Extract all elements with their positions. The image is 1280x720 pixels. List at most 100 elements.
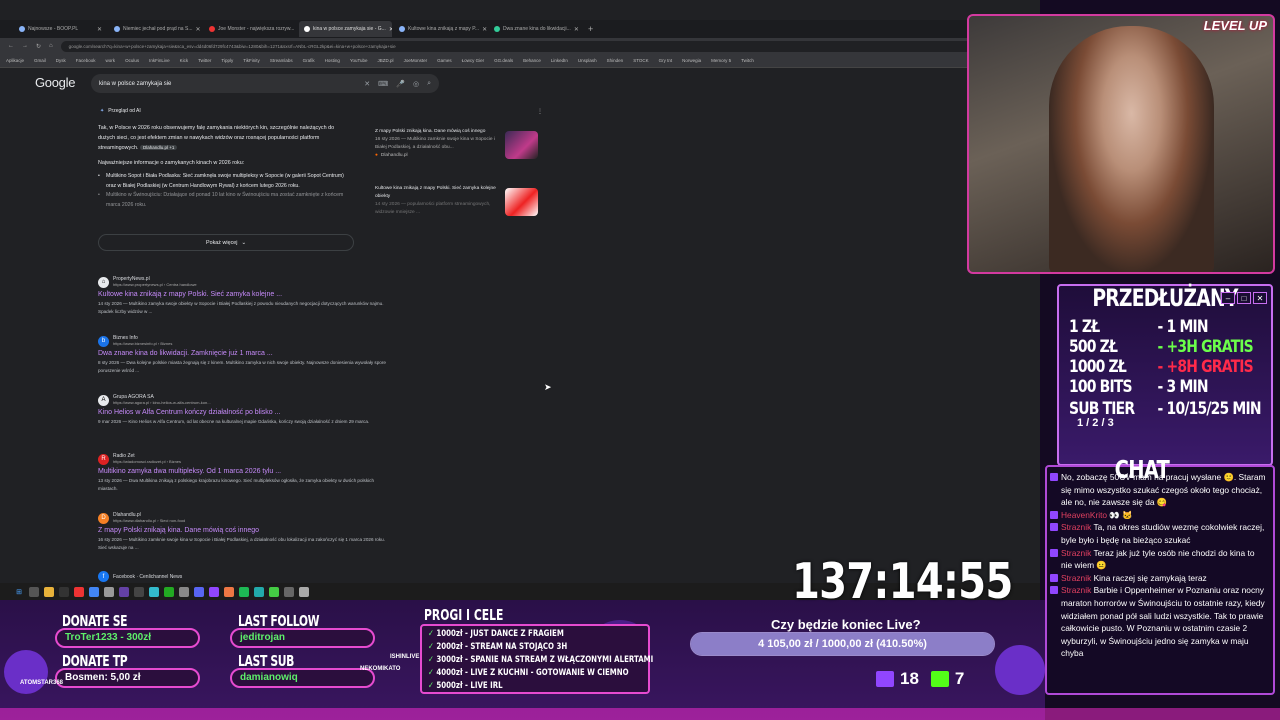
close-tab-icon[interactable]: ✕ xyxy=(389,26,392,33)
ai-bullet: Multikino Sopot i Biała Podlaska: Sieć z… xyxy=(98,172,352,191)
app-taskbar-icon[interactable] xyxy=(299,586,309,597)
bookmark[interactable]: Behance xyxy=(523,58,541,63)
browser-tab[interactable]: Niemiec jechał pod prąd na S... ✕ xyxy=(109,21,202,37)
result-title-link[interactable]: Multikino zamyka dwa multipleksy. Od 1 m… xyxy=(98,468,388,475)
bookmark[interactable]: Facebook xyxy=(76,58,96,63)
app-taskbar-icon[interactable] xyxy=(134,586,144,597)
ai-source-card[interactable]: Z mapy Polski znikają kina. Dane mówią c… xyxy=(375,128,540,176)
xbox-icon[interactable] xyxy=(164,586,174,597)
bookmark[interactable]: Twitter xyxy=(198,58,211,63)
close-tab-icon[interactable]: ✕ xyxy=(482,26,487,33)
bookmark[interactable]: Grafik xyxy=(303,58,315,63)
app-taskbar-icon[interactable] xyxy=(59,586,69,597)
bookmark[interactable]: Games xyxy=(437,58,452,63)
browser-tab[interactable]: Dwa znane kina do likwidacji... ✕ xyxy=(489,21,582,37)
browser-tab[interactable]: Kultowe kina znikają z mapy P... ✕ xyxy=(394,21,487,37)
bookmark[interactable]: Aplikacje xyxy=(6,58,24,63)
result-title-link[interactable]: Kultowe kina znikają z mapy Polski. Sieć… xyxy=(98,291,388,298)
search-result: b Biznes Info https://www.biznesinfo.pl › … xyxy=(98,335,388,375)
bookmark[interactable]: Dysk xyxy=(56,58,66,63)
source-thumbnail xyxy=(505,188,538,216)
app-taskbar-icon[interactable] xyxy=(224,586,234,597)
bookmark[interactable]: Unsplash xyxy=(578,58,597,63)
app-taskbar-icon[interactable] xyxy=(104,586,114,597)
back-icon[interactable]: ← xyxy=(8,43,14,49)
bookmarks-bar: Aplikacje Gmail Dysk Facebook work Oculu… xyxy=(0,54,1040,68)
app-taskbar-icon[interactable] xyxy=(254,586,264,597)
twitch-icon[interactable] xyxy=(209,586,219,597)
new-tab-icon[interactable]: + xyxy=(588,24,593,34)
bookmark[interactable]: JBZD.pl xyxy=(378,58,394,63)
search-input[interactable]: kina w polsce zamykaja sie xyxy=(99,81,356,87)
keyboard-icon[interactable]: ⌨ xyxy=(378,80,388,88)
result-title-link[interactable]: Z mapy Polski znikają kina. Dane mówią c… xyxy=(98,527,388,534)
search-icon[interactable]: ⌕ xyxy=(427,80,431,88)
level-up-logo: LEVEL UP xyxy=(1203,18,1267,33)
bookmark[interactable]: YouTube xyxy=(350,58,368,63)
bookmark[interactable]: Streamlabs xyxy=(270,58,293,63)
bookmark[interactable]: STOCK xyxy=(633,58,648,63)
bookmark[interactable]: Shinden xyxy=(607,58,624,63)
discord-icon[interactable] xyxy=(194,586,204,597)
bookmark[interactable]: Memory 5 xyxy=(711,58,731,63)
windows-start-icon[interactable]: ⊞ xyxy=(14,587,24,597)
bookmark[interactable]: TikFinity xyxy=(243,58,260,63)
search-box[interactable]: kina w polsce zamykaja sie ✕ ⌨ 🎤 ◎ ⌕ xyxy=(91,74,439,93)
result-title-link[interactable]: Dwa znane kina do likwidacji. Zamknięcie… xyxy=(98,350,388,357)
browser-tab-active[interactable]: kina w polsce zamykaja sie - G... ✕ xyxy=(299,21,392,37)
url-input[interactable]: google.com/search?q=kina+w+polsce+zamyka… xyxy=(60,40,1023,52)
folder-icon[interactable] xyxy=(44,586,54,597)
site-favicon-icon: ⌂ xyxy=(98,276,109,288)
bookmark[interactable]: work xyxy=(106,58,116,63)
search-taskbar-icon[interactable] xyxy=(29,586,39,597)
close-tab-icon[interactable]: ✕ xyxy=(195,26,200,33)
more-options-icon[interactable]: ⋮ xyxy=(537,108,543,115)
bookmark[interactable]: Gmail xyxy=(34,58,46,63)
bookmark[interactable]: InkFinLive xyxy=(149,58,170,63)
result-title-link[interactable]: Kino Helios w Alfa Centrum kończy działa… xyxy=(98,409,388,416)
twitch-badge-icon xyxy=(1050,586,1058,595)
clear-icon[interactable]: ✕ xyxy=(364,80,370,88)
spotify-icon[interactable] xyxy=(239,586,249,597)
app-taskbar-icon[interactable] xyxy=(149,586,159,597)
overlay-username: ISHINLIVE xyxy=(390,654,420,660)
google-logo[interactable]: Google xyxy=(35,75,75,90)
pixel-tree-decoration xyxy=(995,645,1045,695)
lens-icon[interactable]: ◎ xyxy=(413,80,419,88)
app-taskbar-icon[interactable] xyxy=(119,586,129,597)
bookmark[interactable]: Norwegia xyxy=(682,58,701,63)
browser-tab[interactable]: Najnowsze - BOOP.PL ✕ xyxy=(14,21,107,37)
app-taskbar-icon[interactable] xyxy=(284,586,294,597)
browser-tab[interactable]: Joe Monster - największa rozryw...✕ xyxy=(204,21,297,37)
source-chip[interactable]: Dlahandlu.pl +1 xyxy=(139,145,178,150)
home-icon[interactable]: ⌂ xyxy=(49,43,53,49)
app-taskbar-icon[interactable] xyxy=(74,586,84,597)
forward-icon[interactable]: → xyxy=(22,43,28,49)
bookmark[interactable]: Hosting xyxy=(325,58,340,63)
bookmark[interactable]: Oculus xyxy=(125,58,139,63)
chrome-icon[interactable] xyxy=(89,586,99,597)
bookmark[interactable]: Gry tnt xyxy=(659,58,673,63)
microphone-icon[interactable]: 🎤 xyxy=(396,80,405,88)
price-row: 500 ZŁ - +3H GRATIS xyxy=(1069,337,1254,357)
bookmark[interactable]: JoeMonster xyxy=(404,58,428,63)
ai-source-card[interactable]: Kultowe kina znikają z mapy Polski. Sieć… xyxy=(375,185,540,233)
show-more-button[interactable]: Pokaż więcej ⌄ xyxy=(98,234,354,251)
bookmark[interactable]: Tipply xyxy=(221,58,233,63)
tab-favicon-icon xyxy=(114,26,120,32)
subathon-timer: 137:14:55 xyxy=(792,553,1013,610)
app-taskbar-icon[interactable] xyxy=(269,586,279,597)
goal-item: ✓ 5000zł - LIVE IRL xyxy=(428,681,503,691)
app-taskbar-icon[interactable] xyxy=(179,586,189,597)
bookmark[interactable]: Kick xyxy=(180,58,189,63)
bookmark[interactable]: LinkedIn xyxy=(551,58,568,63)
reload-icon[interactable]: ↻ xyxy=(36,43,41,50)
checkmark-icon: ✓ xyxy=(428,681,434,691)
close-tab-icon[interactable]: ✕ xyxy=(574,26,579,33)
bookmark[interactable]: Łowcy Gier xyxy=(462,58,485,63)
bookmark[interactable]: Twitch xyxy=(741,58,754,63)
close-tab-icon[interactable]: ✕ xyxy=(97,26,102,33)
chat-title: CHAT xyxy=(1114,455,1170,484)
bookmark[interactable]: GG.deals xyxy=(494,58,513,63)
tab-favicon-icon xyxy=(494,26,500,32)
